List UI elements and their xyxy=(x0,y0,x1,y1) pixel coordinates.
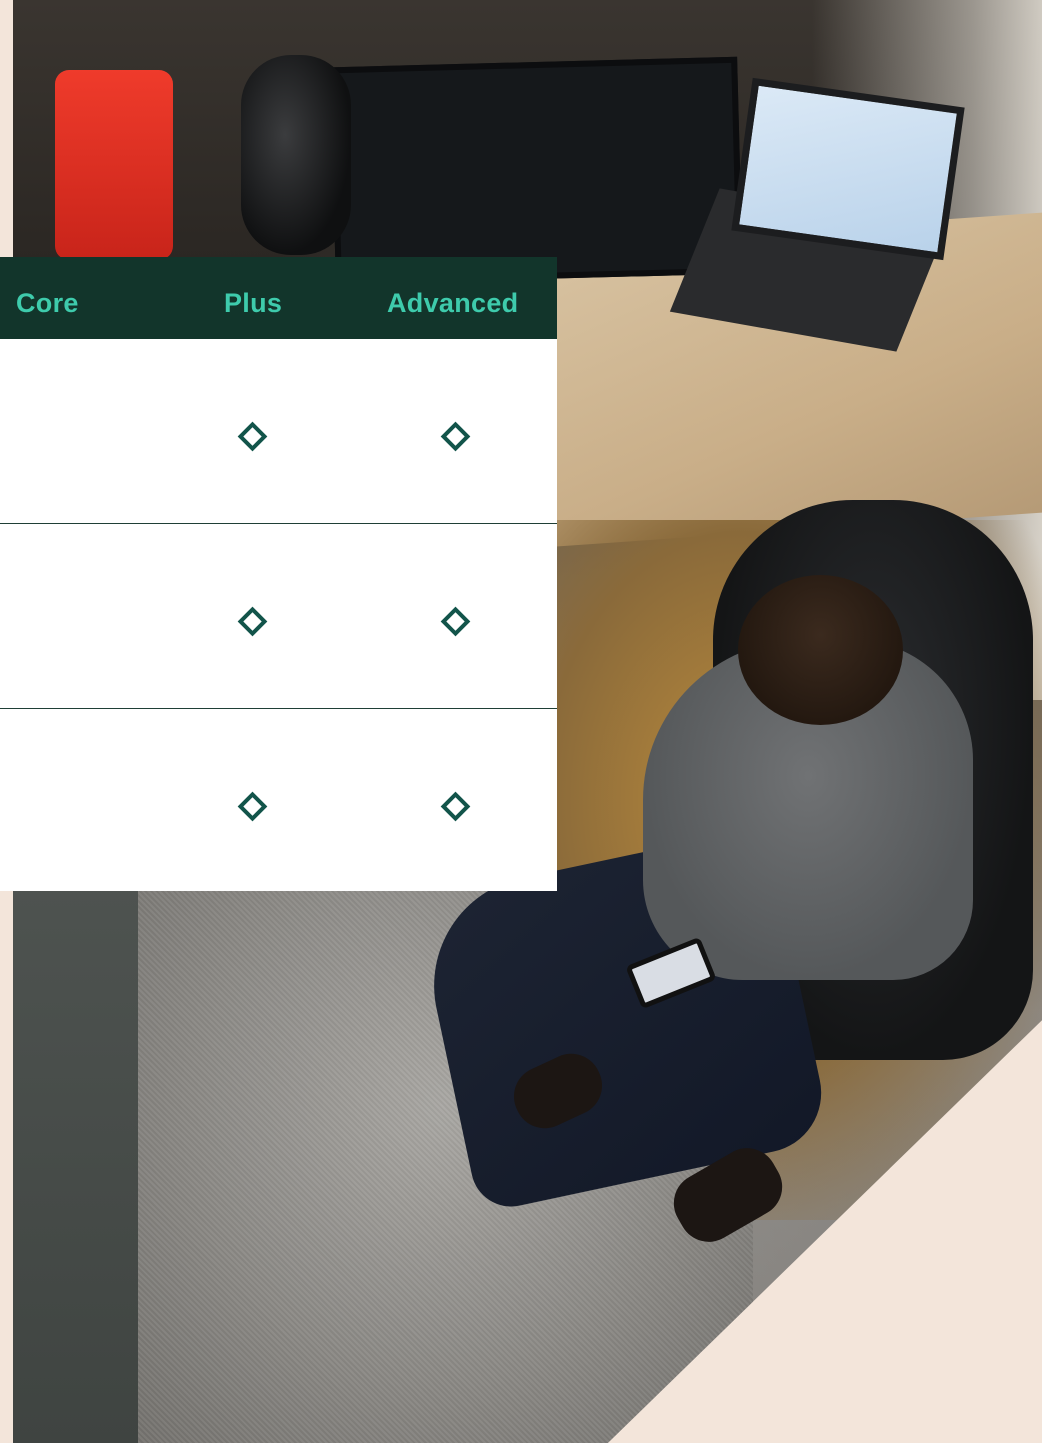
desktop-monitor xyxy=(330,56,743,285)
plan-comparison-table: Core Plus Advanced xyxy=(0,257,557,891)
table-row xyxy=(0,709,557,895)
table-header: Core Plus Advanced xyxy=(0,257,557,339)
diamond-check-icon xyxy=(440,421,471,452)
table-row xyxy=(0,339,557,524)
concrete-floor xyxy=(13,880,138,1443)
black-kettle xyxy=(241,55,351,255)
laptop-screen xyxy=(731,77,965,261)
column-plus-label: Plus xyxy=(224,288,283,318)
diamond-check-icon xyxy=(237,421,268,452)
red-appliance xyxy=(55,70,173,260)
person-head xyxy=(738,575,903,725)
column-core-label: Core xyxy=(16,288,79,318)
diamond-check-icon xyxy=(237,606,268,637)
diamond-check-icon xyxy=(440,606,471,637)
table-row xyxy=(0,524,557,709)
diamond-check-icon xyxy=(237,791,268,822)
column-advanced-label: Advanced xyxy=(387,288,519,318)
diamond-check-icon xyxy=(440,791,471,822)
